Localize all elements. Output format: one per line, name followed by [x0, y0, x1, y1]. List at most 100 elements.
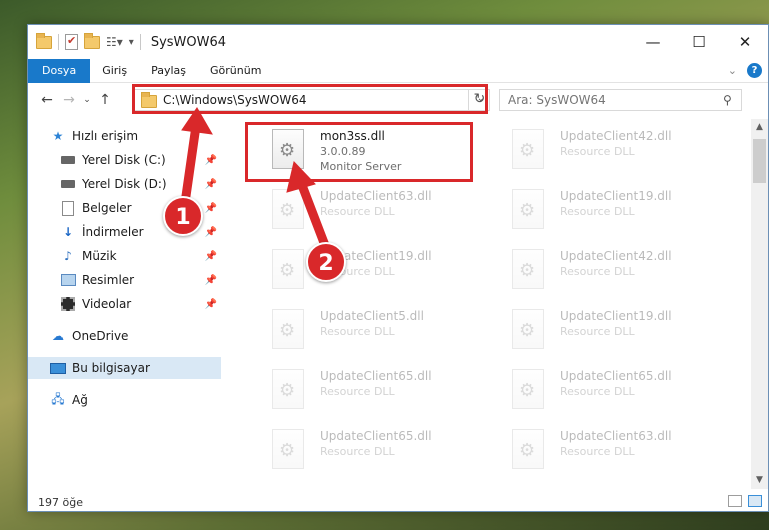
sidebar-item-label: Belgeler	[82, 201, 132, 215]
scroll-up-icon[interactable]: ▲	[751, 119, 768, 136]
scroll-down-icon[interactable]: ▼	[751, 472, 768, 489]
file-name: UpdateClient19.dll	[560, 189, 672, 203]
file-name: UpdateClient63.dll	[320, 189, 432, 203]
dll-file-icon	[272, 369, 304, 409]
vertical-scrollbar[interactable]: ▲ ▼	[751, 119, 768, 489]
pictures-icon	[60, 274, 76, 286]
tab-giris[interactable]: Giriş	[90, 59, 139, 83]
sidebar-item-disk-c[interactable]: Yerel Disk (C:) 📌	[28, 149, 221, 171]
sidebar-item-pictures[interactable]: Resimler 📌	[28, 269, 221, 291]
sidebar-item-label: Müzik	[82, 249, 117, 263]
new-folder-icon[interactable]	[84, 32, 100, 49]
dll-file-icon	[272, 249, 304, 289]
sidebar-item-this-pc[interactable]: Bu bilgisayar	[28, 357, 221, 379]
file-item[interactable]: UpdateClient42.dll Resource DLL	[490, 243, 720, 303]
dll-file-icon	[512, 309, 544, 349]
status-bar: 197 öğe	[28, 491, 768, 513]
file-description: Resource DLL	[560, 265, 635, 278]
pin-icon[interactable]: 📌	[205, 203, 217, 214]
pin-icon[interactable]: 📌	[205, 179, 217, 190]
sidebar-item-onedrive[interactable]: ☁ OneDrive	[28, 325, 221, 347]
scrollbar-thumb[interactable]	[753, 139, 766, 183]
file-item[interactable]: UpdateClient65.dll Resource DLL	[490, 363, 720, 423]
item-count: 197 öğe	[38, 495, 83, 509]
file-description: Resource DLL	[320, 205, 395, 218]
search-input[interactable]	[508, 93, 723, 107]
view-options-icon[interactable]: ☷▾	[106, 35, 123, 49]
file-item[interactable]: UpdateClient42.dll Resource DLL	[490, 123, 720, 183]
back-button[interactable]: ←	[36, 92, 58, 108]
pin-icon[interactable]: 📌	[205, 275, 217, 286]
file-item[interactable]: UpdateClient63.dll Resource DLL	[490, 423, 720, 483]
tab-dosya[interactable]: Dosya	[28, 58, 91, 83]
ribbon-tabs: Dosya Giriş Paylaş Görünüm ⌄ ?	[28, 58, 768, 83]
step-1-badge: 1	[163, 196, 203, 236]
file-description: Resource DLL	[320, 445, 395, 458]
navigation-pane: ★ Hızlı erişim Yerel Disk (C:) 📌 Yerel D…	[28, 119, 221, 489]
dll-file-icon	[512, 369, 544, 409]
file-item[interactable]: UpdateClient5.dll Resource DLL	[250, 303, 480, 363]
file-name: UpdateClient42.dll	[560, 129, 672, 143]
sidebar-item-quick-access[interactable]: ★ Hızlı erişim	[28, 125, 221, 147]
pin-icon[interactable]: 📌	[205, 227, 217, 238]
dll-file-icon	[512, 249, 544, 289]
dll-file-icon	[272, 189, 304, 229]
star-icon: ★	[52, 129, 64, 143]
minimize-button[interactable]: —	[630, 25, 676, 59]
onedrive-icon: ☁	[52, 329, 64, 343]
details-view-icon[interactable]	[728, 495, 742, 507]
this-pc-icon	[50, 362, 66, 374]
expand-ribbon-icon[interactable]: ⌄	[728, 64, 737, 77]
sidebar-item-label: Resimler	[82, 273, 135, 287]
customize-toolbar-icon[interactable]: ▾	[129, 37, 134, 48]
file-name: UpdateClient19.dll	[560, 309, 672, 323]
address-bar-highlight	[132, 84, 488, 114]
search-box[interactable]: ⚲	[499, 89, 742, 111]
music-icon: ♪	[64, 249, 72, 263]
dll-file-icon	[272, 309, 304, 349]
sidebar-item-music[interactable]: ♪ Müzik 📌	[28, 245, 221, 267]
separator	[58, 34, 59, 50]
file-description: Resource DLL	[320, 385, 395, 398]
pin-icon[interactable]: 📌	[205, 251, 217, 262]
sidebar-item-videos[interactable]: Videolar 📌	[28, 293, 221, 315]
help-icon[interactable]: ?	[747, 63, 762, 78]
properties-icon[interactable]	[65, 34, 78, 50]
maximize-button[interactable]: ☐	[676, 25, 722, 59]
file-name: UpdateClient65.dll	[560, 369, 672, 383]
file-description: Resource DLL	[320, 325, 395, 338]
pin-icon[interactable]: 📌	[205, 299, 217, 310]
sidebar-item-label: Ağ	[72, 393, 88, 407]
file-item[interactable]: UpdateClient65.dll Resource DLL	[250, 363, 480, 423]
file-item[interactable]: UpdateClient63.dll Resource DLL	[250, 183, 480, 243]
tab-paylas[interactable]: Paylaş	[139, 59, 198, 83]
file-item[interactable]: UpdateClient19.dll Resource DLL	[250, 243, 480, 303]
tab-gorunum[interactable]: Görünüm	[198, 59, 273, 83]
forward-button[interactable]: →	[58, 92, 80, 108]
file-item[interactable]: UpdateClient19.dll Resource DLL	[490, 183, 720, 243]
dll-file-icon	[512, 189, 544, 229]
file-description: Resource DLL	[560, 325, 635, 338]
sidebar-item-disk-d[interactable]: Yerel Disk (D:) 📌	[28, 173, 221, 195]
file-item[interactable]: UpdateClient19.dll Resource DLL	[490, 303, 720, 363]
file-item[interactable]: UpdateClient65.dll Resource DLL	[250, 423, 480, 483]
videos-icon	[61, 297, 75, 311]
close-button[interactable]: ✕	[722, 25, 768, 59]
search-icon: ⚲	[723, 93, 732, 107]
quick-access-toolbar: ☷▾ ▾	[36, 32, 141, 50]
sidebar-item-label: OneDrive	[72, 329, 129, 343]
tiles-view-icon[interactable]	[748, 495, 762, 507]
sidebar-item-label: Yerel Disk (C:)	[82, 153, 166, 167]
folder-icon	[36, 32, 52, 49]
sidebar-item-network[interactable]: 🖧 Ağ	[28, 389, 221, 411]
file-name: UpdateClient65.dll	[320, 429, 432, 443]
recent-locations-icon[interactable]: ⌄	[80, 95, 94, 105]
up-button[interactable]: ↑	[94, 92, 116, 108]
pin-icon[interactable]: 📌	[205, 155, 217, 166]
view-buttons	[728, 495, 762, 507]
dll-file-icon	[512, 429, 544, 469]
file-name: UpdateClient63.dll	[560, 429, 672, 443]
file-description: Resource DLL	[560, 205, 635, 218]
network-icon: 🖧	[51, 391, 65, 406]
drive-icon	[61, 156, 75, 164]
